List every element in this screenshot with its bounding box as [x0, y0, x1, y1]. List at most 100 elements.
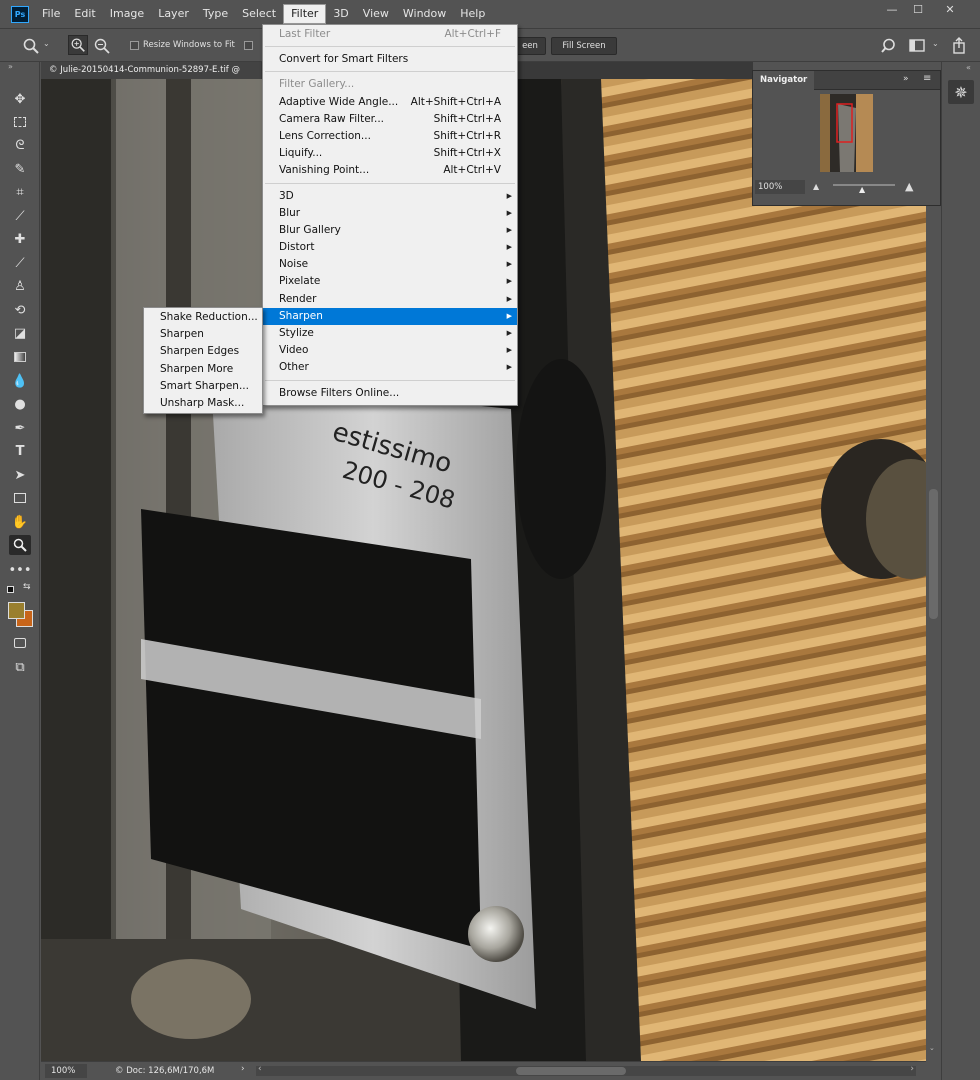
fit-screen-button[interactable]: een	[514, 37, 546, 55]
collapse-panel-icon[interactable]: »	[8, 62, 13, 71]
filter-menu-item-3d[interactable]: 3D ▶	[263, 188, 517, 205]
dodge-tool-icon[interactable]: ●	[9, 394, 31, 414]
sharpen-item-shake-reduction[interactable]: Shake Reduction...	[144, 309, 262, 326]
quick-mask-icon[interactable]	[9, 633, 31, 653]
panel-menu-icon[interactable]: ≡	[923, 73, 931, 84]
brush-tool-icon[interactable]: ⟋	[9, 253, 31, 273]
horizontal-scrollbar-thumb[interactable]	[516, 1067, 626, 1075]
filter-menu-item-stylize[interactable]: Stylize ▶	[263, 325, 517, 342]
menu-edit[interactable]: Edit	[67, 4, 102, 24]
filter-menu-item-other[interactable]: Other ▶	[263, 359, 517, 376]
menu-type[interactable]: Type	[196, 4, 235, 24]
blur-tool-icon[interactable]: 💧	[9, 371, 31, 391]
vertical-scrollbar[interactable]: ⌄	[926, 79, 941, 1061]
menu-image[interactable]: Image	[103, 4, 151, 24]
tool-preset-chevron-icon[interactable]: ⌄	[43, 39, 50, 48]
filter-menu-item-blur-gallery[interactable]: Blur Gallery ▶	[263, 222, 517, 239]
type-tool-icon[interactable]: T	[9, 441, 31, 461]
scroll-down-icon[interactable]: ⌄	[929, 1044, 935, 1052]
menu-window[interactable]: Window	[396, 4, 453, 24]
filter-menu-item-filter-gallery[interactable]: Filter Gallery...	[263, 76, 517, 93]
document-info[interactable]: © Doc: 126,6M/170,6M	[115, 1064, 214, 1078]
menu-select[interactable]: Select	[235, 4, 283, 24]
filter-menu-item-browse-filters-online[interactable]: Browse Filters Online...	[263, 385, 517, 402]
zoom-out-icon[interactable]	[93, 37, 111, 55]
navigator-tab[interactable]: Navigator	[753, 71, 815, 90]
maximize-icon[interactable]: ☐	[906, 2, 930, 18]
panel-collapse-icon[interactable]: »	[903, 74, 909, 84]
filter-menu-item-blur[interactable]: Blur ▶	[263, 205, 517, 222]
navigator-panel-icon[interactable]: ✵	[948, 80, 974, 104]
hand-tool-icon[interactable]: ✋	[9, 512, 31, 532]
filter-menu-item-render[interactable]: Render ▶	[263, 291, 517, 308]
sharpen-item-unsharp-mask[interactable]: Unsharp Mask...	[144, 395, 262, 412]
swap-colors-icon[interactable]: ⇆	[23, 582, 31, 592]
share-icon[interactable]	[950, 37, 968, 55]
search-icon[interactable]	[881, 37, 899, 55]
rectangle-tool-icon[interactable]	[9, 488, 31, 508]
healing-brush-tool-icon[interactable]: ✚	[9, 229, 31, 249]
zoom-tool-icon[interactable]	[22, 37, 40, 55]
scroll-left-icon[interactable]: ‹	[258, 1064, 262, 1074]
path-selection-tool-icon[interactable]: ➤	[9, 465, 31, 485]
menu-file[interactable]: File	[35, 4, 67, 24]
filter-menu-item-lens-correction[interactable]: Lens Correction... Shift+Ctrl+R	[263, 128, 517, 145]
eyedropper-tool-icon[interactable]: ⟋	[9, 206, 31, 226]
fill-screen-button[interactable]: Fill Screen	[551, 37, 617, 55]
vertical-scrollbar-thumb[interactable]	[929, 489, 938, 619]
history-brush-tool-icon[interactable]: ⟲	[9, 300, 31, 320]
resize-windows-checkbox[interactable]	[130, 41, 139, 50]
sharpen-item-sharpen-more[interactable]: Sharpen More	[144, 361, 262, 378]
zoom-level-field[interactable]: 100%	[45, 1064, 87, 1078]
zoom-out-mountain-icon[interactable]: ▲	[813, 182, 819, 191]
crop-tool-icon[interactable]: ⌗	[9, 182, 31, 202]
move-tool-icon[interactable]: ✥	[9, 89, 31, 109]
workspace-chevron-icon[interactable]: ⌄	[932, 39, 939, 48]
quick-selection-tool-icon[interactable]: ✎	[9, 159, 31, 179]
zoom-in-icon[interactable]	[68, 35, 88, 55]
filter-menu-item-last-filter[interactable]: Last Filter Alt+Ctrl+F	[263, 26, 517, 43]
navigator-zoom-field[interactable]: 100%	[755, 180, 805, 194]
menu-layer[interactable]: Layer	[151, 4, 196, 24]
sharpen-item-smart-sharpen[interactable]: Smart Sharpen...	[144, 378, 262, 395]
minimize-icon[interactable]: —	[880, 2, 904, 18]
clone-stamp-tool-icon[interactable]: ♙	[9, 276, 31, 296]
pen-tool-icon[interactable]: ✒	[9, 418, 31, 438]
eraser-tool-icon[interactable]: ◪	[9, 323, 31, 343]
workspace-icon[interactable]	[908, 37, 926, 55]
navigator-slider-handle[interactable]: ▲	[859, 185, 865, 194]
sharpen-item-sharpen[interactable]: Sharpen	[144, 326, 262, 343]
filter-menu-item-sharpen[interactable]: Sharpen ▶	[263, 307, 517, 325]
scroll-right-icon[interactable]: ›	[910, 1064, 914, 1074]
sharpen-item-sharpen-edges[interactable]: Sharpen Edges	[144, 343, 262, 360]
more-tools-icon[interactable]: •••	[9, 560, 32, 580]
filter-menu-item-pixelate[interactable]: Pixelate ▶	[263, 273, 517, 290]
close-icon[interactable]: ✕	[938, 2, 962, 18]
marquee-tool-icon[interactable]	[9, 112, 31, 132]
horizontal-scrollbar[interactable]: ‹ ›	[256, 1064, 916, 1076]
document-tab[interactable]: © Julie-20150414-Communion-52897-E.tif @	[41, 62, 261, 79]
filter-menu-item-vanishing-point[interactable]: Vanishing Point... Alt+Ctrl+V	[263, 162, 517, 179]
lasso-tool-icon[interactable]: ᘓ	[9, 135, 31, 155]
menu-filter[interactable]: Filter	[283, 4, 327, 24]
screen-mode-icon[interactable]: ⧉	[9, 657, 31, 677]
gradient-tool-icon[interactable]	[9, 347, 31, 367]
navigator-thumbnail[interactable]	[820, 94, 873, 172]
menu-help[interactable]: Help	[453, 4, 492, 24]
filter-menu-item-video[interactable]: Video ▶	[263, 342, 517, 359]
filter-menu-item-adaptive-wide-angle[interactable]: Adaptive Wide Angle... Alt+Shift+Ctrl+A	[263, 94, 517, 111]
filter-menu-item-camera-raw-filter[interactable]: Camera Raw Filter... Shift+Ctrl+A	[263, 111, 517, 128]
default-colors-icon[interactable]	[7, 586, 14, 593]
zoom-in-mountain-icon[interactable]: ▲	[905, 180, 913, 193]
menu-view[interactable]: View	[356, 4, 396, 24]
expand-panels-icon[interactable]: «	[966, 63, 971, 72]
status-menu-arrow-icon[interactable]: ›	[241, 1064, 245, 1074]
menu-3d[interactable]: 3D	[326, 4, 355, 24]
filter-menu-item-convert-for-smart-filters[interactable]: Convert for Smart Filters	[263, 51, 517, 68]
filter-menu-item-noise[interactable]: Noise ▶	[263, 256, 517, 273]
zoom-tool-icon[interactable]	[9, 535, 31, 555]
filter-menu-item-liquify[interactable]: Liquify... Shift+Ctrl+X	[263, 145, 517, 162]
foreground-color-swatch[interactable]	[8, 602, 25, 619]
filter-menu-item-distort[interactable]: Distort ▶	[263, 239, 517, 256]
zoom-all-windows-checkbox[interactable]	[244, 41, 253, 50]
